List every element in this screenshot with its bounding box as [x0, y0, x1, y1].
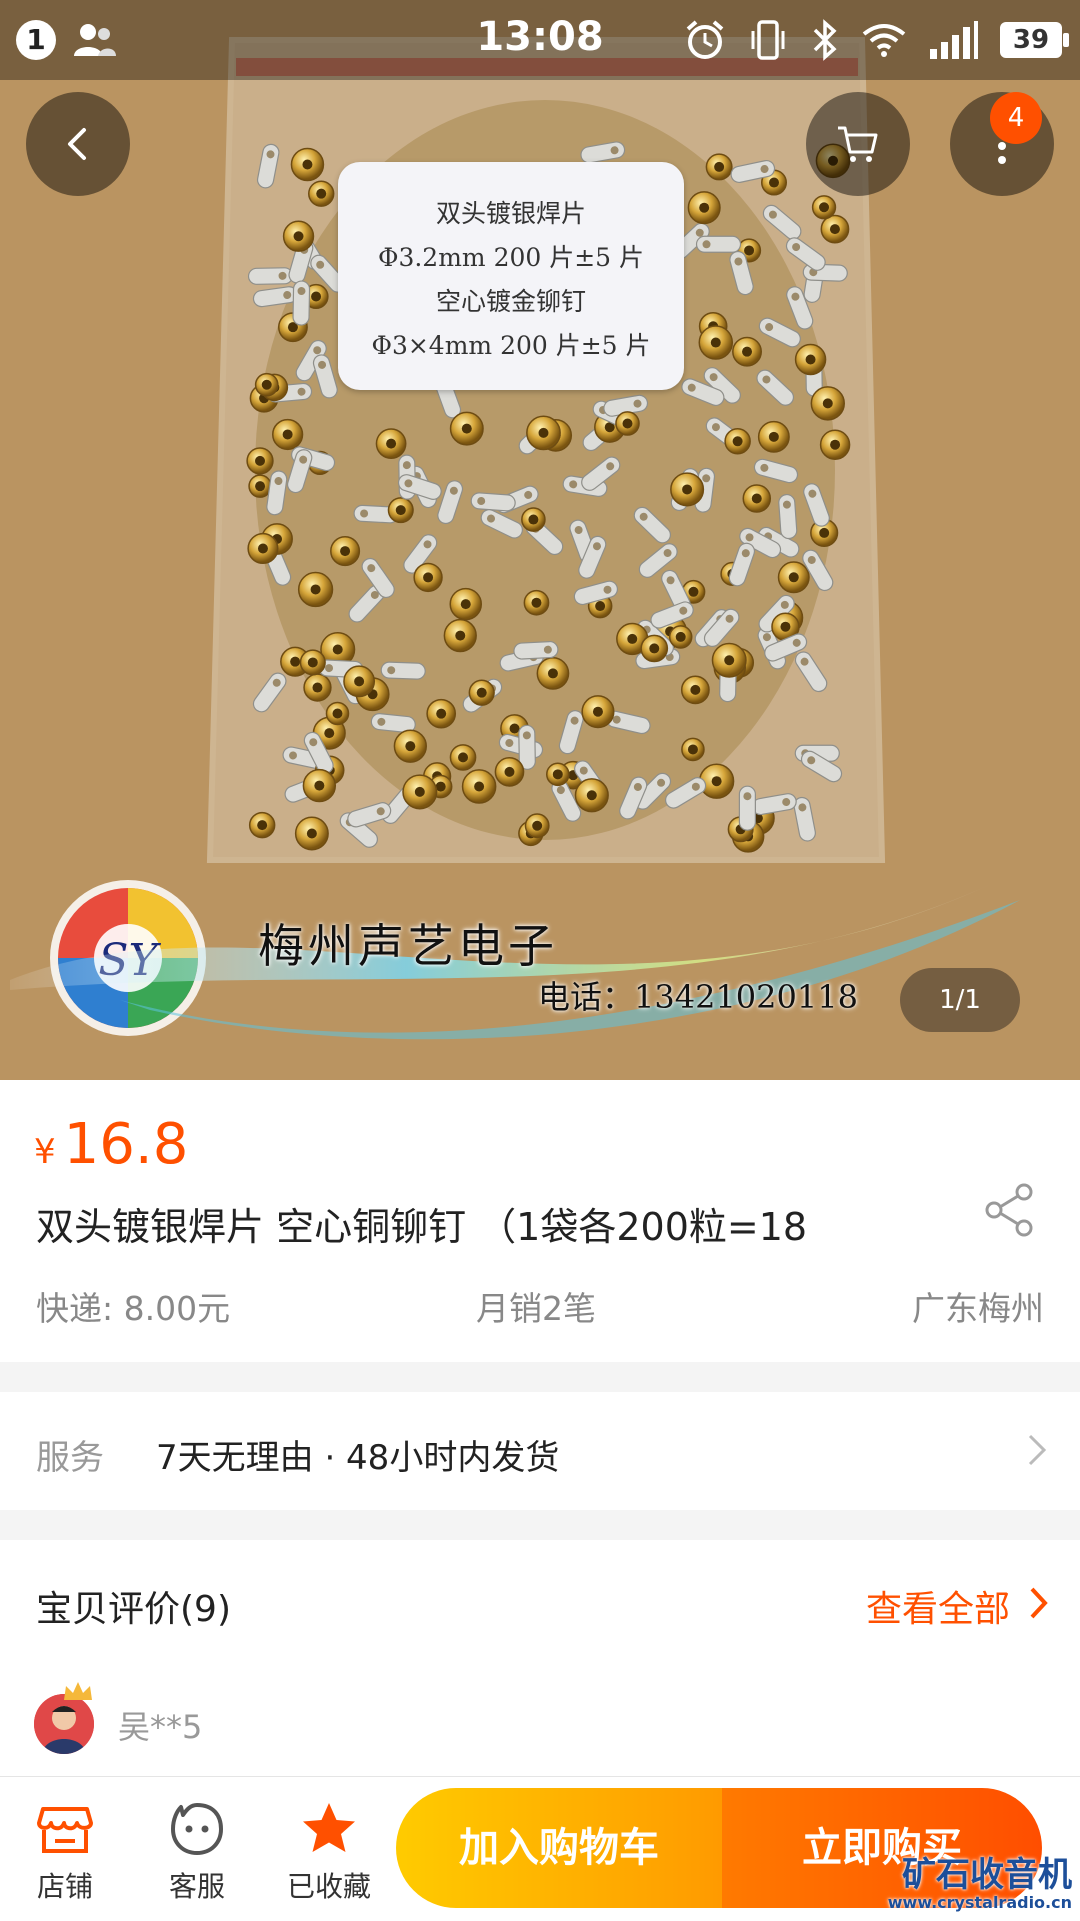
price-value: 16.8 — [63, 1112, 189, 1177]
view-all-reviews-link[interactable]: 查看全部 — [866, 1580, 1010, 1632]
cart-button[interactable] — [806, 92, 910, 196]
chevron-right-icon[interactable] — [1026, 1584, 1052, 1622]
cart-count-badge: 4 — [990, 92, 1042, 144]
favorite-tab[interactable]: 已收藏 — [274, 1799, 384, 1905]
favorite-label: 已收藏 — [286, 1870, 371, 1903]
customer-service-label: 客服 — [168, 1870, 225, 1903]
watermark-brand: 梅州声艺电子 — [258, 919, 558, 973]
monthly-sales: 月销2笔 — [476, 1289, 596, 1328]
back-button[interactable] — [26, 92, 130, 196]
add-to-cart-button[interactable]: 加入购物车 — [396, 1788, 722, 1908]
shipping-fee: 快递: 8.00元 — [36, 1289, 231, 1328]
currency-symbol: ¥ — [34, 1132, 56, 1172]
bluetooth-icon — [813, 19, 837, 61]
bag-label: 双头镀银焊片 Φ3.2mm 200 片±5 片 空心镀金铆钉 Φ3×4mm 20… — [338, 162, 684, 390]
site-watermark: 矿石收音机 www.crystalradio.cn — [888, 1856, 1072, 1912]
service-label: 服务 — [36, 1438, 104, 1478]
reviews-header: 宝贝评价(9) — [36, 1589, 231, 1630]
product-image-gallery[interactable]: SY 双头镀银焊片 Φ3.2mm 200 片±5 片 空心镀金铆钉 Φ3×4mm… — [0, 0, 1080, 1080]
share-icon[interactable] — [980, 1180, 1040, 1240]
shop-icon — [37, 1807, 93, 1853]
image-pager: 1/1 — [900, 968, 1020, 1032]
chevron-left-icon — [68, 128, 86, 160]
wifi-icon — [862, 24, 906, 57]
product-title: 双头镀银焊片 空心铜铆钉 （1袋各200粒=18 — [36, 1205, 808, 1249]
service-text: 7天无理由 · 48小时内发货 — [156, 1438, 560, 1478]
status-bar: 1 13:08 39 — [0, 0, 1080, 80]
reviewer-name: 吴**5 — [118, 1708, 203, 1746]
ship-from-location: 广东梅州 — [912, 1289, 1044, 1328]
bag-label-line: Φ3.2mm 200 片±5 片 — [377, 243, 645, 272]
vibrate-icon — [751, 20, 785, 60]
bag-label-line: 空心镀金铆钉 — [435, 287, 586, 316]
price: ¥16.8 — [34, 1112, 188, 1177]
battery-level: 39 — [1000, 22, 1069, 58]
watermark-phone: 电话：13421020118 — [538, 978, 858, 1016]
site-watermark-name: 矿石收音机 — [902, 1855, 1072, 1895]
chat-face-icon — [171, 1803, 223, 1855]
reviews-section: 宝贝评价(9) 查看全部 吴**5 — [0, 1540, 1080, 1780]
customer-service-tab[interactable]: 客服 — [142, 1799, 252, 1905]
star-icon — [303, 1803, 355, 1852]
crown-icon — [64, 1682, 92, 1700]
cart-icon — [838, 126, 878, 162]
alarm-icon — [686, 20, 724, 59]
bag-label-line: Φ3×4mm 200 片±5 片 — [371, 331, 651, 360]
shop-tab[interactable]: 店铺 — [10, 1799, 120, 1905]
shop-label: 店铺 — [36, 1870, 93, 1903]
chevron-right-icon — [1028, 1434, 1047, 1466]
bag-label-line: 双头镀银焊片 — [435, 199, 586, 228]
service-row[interactable]: 服务 7天无理由 · 48小时内发货 — [0, 1392, 1080, 1510]
site-watermark-url: www.crystalradio.cn — [887, 1893, 1072, 1912]
signal-icon — [930, 21, 978, 59]
